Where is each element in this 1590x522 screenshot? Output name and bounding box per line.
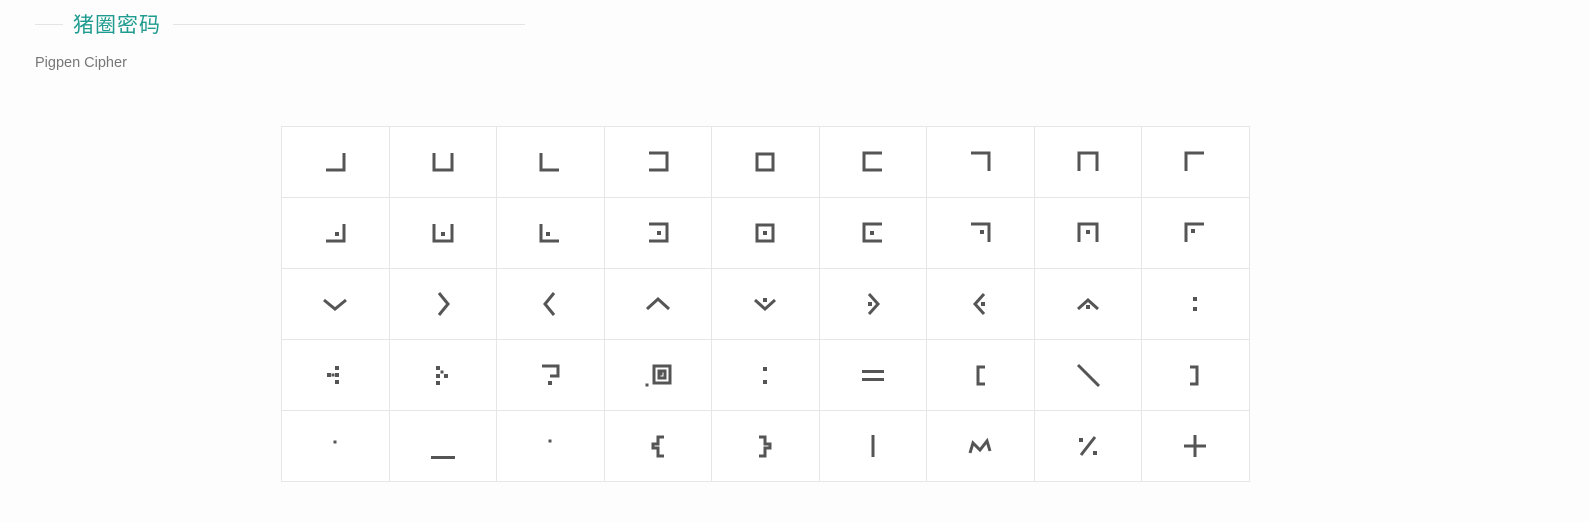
dots-left-icon [327,366,340,384]
small-dot-low-icon [333,440,337,444]
corner-top-right-dot-icon [971,222,991,242]
cipher-cell [282,269,390,340]
cipher-cell [1034,198,1142,269]
cipher-cell [712,269,820,340]
cipher-cell [1142,411,1250,482]
box-icon [755,152,775,172]
v-right-icon [437,292,450,316]
corner-bottom-right-icon [326,153,346,172]
cipher-cell [1142,269,1250,340]
cipher-cell [1034,340,1142,411]
cipher-cell [282,127,390,198]
cipher-cell [819,411,927,482]
cipher-cell [1142,340,1250,411]
brace-left-icon [651,435,664,458]
cipher-cell [1142,127,1250,198]
cipher-cell [389,127,497,198]
open-left-dot-icon [648,222,669,243]
cipher-cell [604,127,712,198]
plus-glyph-icon [1184,435,1207,457]
open-right-dot-icon [862,222,882,243]
cipher-cell [819,127,927,198]
cipher-cell [282,411,390,482]
cipher-cell [1034,269,1142,340]
cipher-cell [389,198,497,269]
v-down-icon [323,298,348,311]
v-up-dot-icon [1076,297,1099,311]
equals-glyph-icon [861,370,884,381]
v-up-icon [645,296,670,311]
cipher-cell [389,269,497,340]
cipher-cell [389,340,497,411]
cipher-cell [1034,411,1142,482]
page-subtitle: Pigpen Cipher [35,55,127,71]
corner-top-left-icon [1184,151,1205,171]
cipher-cell [497,198,605,269]
cipher-cell [497,127,605,198]
cipher-cell [927,198,1035,269]
v-right-dot-icon [867,292,880,316]
pigpen-cipher-grid [281,126,1250,482]
corner-bottom-right-dot-icon [326,224,346,243]
cipher-cell [927,340,1035,411]
cipher-cell [712,411,820,482]
cipher-cell [604,198,712,269]
cipher-cell [604,411,712,482]
corner-top-right-icon [971,151,991,171]
page-title: 猪圈密码 [73,13,161,37]
cipher-cell [927,411,1035,482]
bracket-right-icon [1190,365,1199,386]
percent-glyph-icon [1078,436,1097,456]
title-divider-right [173,23,525,25]
cipher-cell [927,269,1035,340]
open-bottom-dot-icon [1077,222,1099,242]
cipher-cell [1034,127,1142,198]
bracket-left-icon [976,365,986,386]
nested-box-glyph-icon [645,364,672,387]
cipher-cell [282,198,390,269]
question-glyph-icon [542,364,560,385]
cipher-cell [282,340,390,411]
cipher-cell [819,269,927,340]
underscore-glyph-icon [430,456,455,459]
cipher-cell [604,269,712,340]
corner-top-left-dot-icon [1184,222,1205,242]
backslash-glyph-icon [1076,363,1100,388]
cipher-cell [1142,198,1250,269]
cipher-cell [819,340,927,411]
tilde-glyph-icon [968,437,992,454]
colon-dots-icon [1193,297,1198,311]
cipher-cell [712,127,820,198]
cipher-cell [712,340,820,411]
cipher-cell [819,198,927,269]
open-left-icon [648,151,669,172]
colon-glyph-icon [763,367,768,384]
v-left-icon [543,292,556,316]
cipher-cell [497,340,605,411]
corner-bottom-left-icon [539,153,560,172]
brace-right-icon [759,435,772,458]
open-top-dot-icon [432,224,454,243]
pipe-glyph-icon [871,435,875,457]
box-dot-icon [755,223,775,243]
cipher-cell [604,340,712,411]
corner-bottom-left-dot-icon [539,224,560,243]
cipher-cell [712,198,820,269]
open-top-icon [432,153,454,172]
open-right-icon [862,151,882,172]
section-title-row: 猪圈密码 [35,8,525,40]
v-left-dot-icon [973,292,986,316]
dots-right-icon [435,366,448,385]
cipher-cell [497,269,605,340]
cipher-cell [389,411,497,482]
small-dot-mid-icon [548,439,552,443]
title-divider-left [35,23,63,25]
cipher-cell [497,411,605,482]
open-bottom-icon [1077,151,1099,171]
cipher-cell [927,127,1035,198]
v-down-dot-icon [754,298,777,312]
